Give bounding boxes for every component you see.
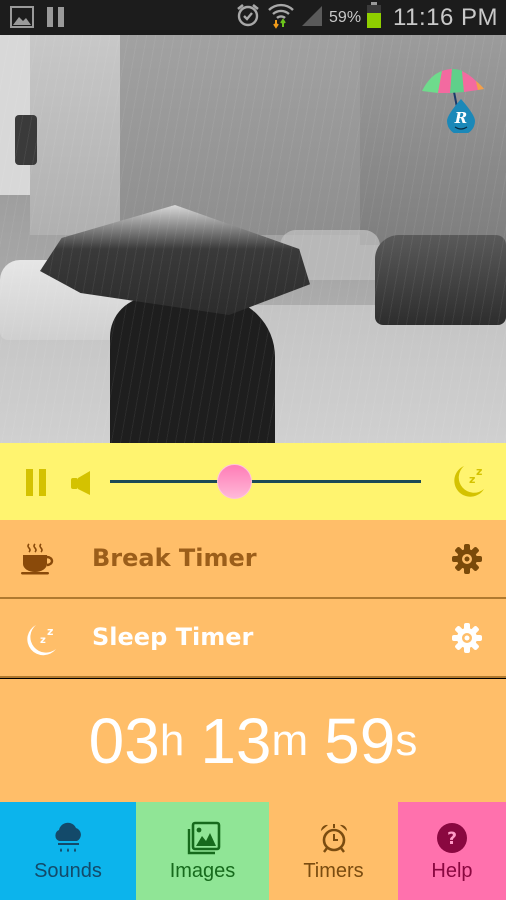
alarm-clock-icon (318, 820, 350, 856)
sleep-timer-gear-icon[interactable] (451, 622, 483, 659)
countdown-hours: 03 (88, 704, 160, 777)
tab-timers-label: Timers (303, 860, 364, 882)
svg-text:z: z (47, 625, 53, 638)
battery-icon (367, 2, 382, 33)
header-image: R (0, 35, 506, 443)
tab-sounds[interactable]: Sounds (0, 802, 136, 900)
clock: 11:16 PM (393, 3, 498, 31)
moon-sleep-icon[interactable]: z z (448, 463, 486, 506)
volume-slider-track[interactable] (110, 480, 421, 483)
tab-help[interactable]: ? Help (398, 802, 506, 900)
question-icon: ? (436, 820, 468, 856)
rain-cloud-icon (52, 820, 84, 856)
svg-text:R: R (454, 109, 467, 127)
countdown-minutes: 13 (200, 704, 272, 777)
pause-icon (46, 6, 66, 33)
rain-umbrella-logo-icon[interactable]: R (420, 63, 486, 135)
countdown-seconds-unit: s (395, 715, 418, 765)
svg-text:z: z (476, 465, 482, 478)
break-timer-row[interactable]: Break Timer (0, 520, 506, 599)
status-bar: 59% 11:16 PM (0, 0, 506, 35)
sleep-timer-label: Sleep Timer (92, 623, 254, 651)
battery-percent: 59% (329, 8, 362, 26)
images-icon (185, 820, 221, 856)
tab-images-label: Images (169, 860, 236, 882)
break-timer-gear-icon[interactable] (451, 543, 483, 580)
sleep-timer-row[interactable]: z z Sleep Timer (0, 599, 506, 678)
wifi-icon (267, 1, 295, 34)
tab-sounds-label: Sounds (34, 860, 102, 882)
speaker-icon[interactable] (70, 470, 92, 501)
svg-text:z: z (469, 473, 475, 486)
bottom-nav: Sounds Images Timers ? Help (0, 802, 506, 900)
coffee-cup-icon (20, 542, 56, 581)
svg-text:z: z (40, 635, 46, 646)
moon-sleep-icon: z z (20, 621, 60, 664)
pause-button[interactable] (26, 469, 48, 501)
countdown-hours-unit: h (159, 715, 185, 765)
tab-timers[interactable]: Timers (269, 802, 398, 900)
gallery-icon (10, 6, 34, 33)
tab-help-label: Help (431, 860, 473, 882)
break-timer-label: Break Timer (92, 544, 257, 572)
tab-images[interactable]: Images (136, 802, 269, 900)
alarm-icon (235, 2, 261, 33)
volume-slider-thumb[interactable] (216, 464, 252, 499)
countdown-display: 03 h 13 m 59 s (0, 679, 506, 802)
countdown-seconds: 59 (324, 704, 396, 777)
signal-icon (301, 3, 323, 32)
svg-text:?: ? (447, 829, 457, 849)
countdown-minutes-unit: m (271, 715, 309, 765)
